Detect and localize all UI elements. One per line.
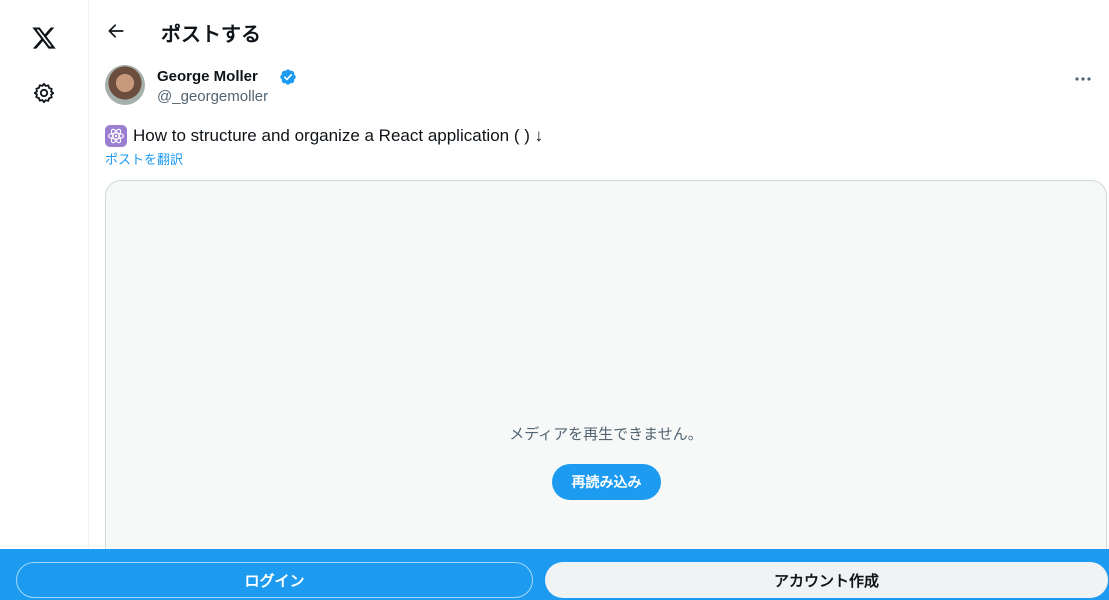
- more-options-button[interactable]: [1069, 69, 1097, 89]
- create-account-button[interactable]: アカウント作成: [545, 562, 1108, 598]
- post-text-row: How to structure and organize a React ap…: [105, 125, 543, 147]
- reload-button[interactable]: 再読み込み: [552, 464, 661, 500]
- login-button[interactable]: ログイン: [16, 562, 533, 598]
- post-author: George Moller @_georgemoller: [105, 65, 1105, 109]
- left-nav: [0, 0, 89, 600]
- avatar[interactable]: [105, 65, 145, 105]
- media-error-message: メディアを再生できません。: [509, 426, 703, 443]
- verified-badge-icon: [280, 69, 296, 85]
- back-button[interactable]: [101, 16, 131, 46]
- react-atom-icon: [105, 125, 127, 147]
- author-name[interactable]: George Moller: [157, 67, 258, 87]
- post-text: How to structure and organize a React ap…: [133, 126, 544, 145]
- arrow-left-icon: [108, 24, 124, 38]
- bottom-auth-bar: ログイン アカウント作成: [0, 549, 1109, 600]
- main-column: ポストする George Moller @_georgemoller How t…: [89, 0, 1109, 600]
- page-header: ポストする: [89, 0, 1109, 60]
- app-root: ポストする George Moller @_georgemoller How t…: [0, 0, 1109, 600]
- x-logo-icon[interactable]: [22, 16, 66, 60]
- media-container: メディアを再生できません。 再読み込み: [105, 180, 1107, 570]
- more-horizontal-icon: [1075, 77, 1091, 81]
- translate-post-link[interactable]: ポストを翻訳: [105, 152, 183, 168]
- author-handle[interactable]: @_georgemoller: [157, 87, 268, 107]
- page-title: ポストする: [161, 24, 261, 46]
- gear-icon[interactable]: [22, 71, 66, 115]
